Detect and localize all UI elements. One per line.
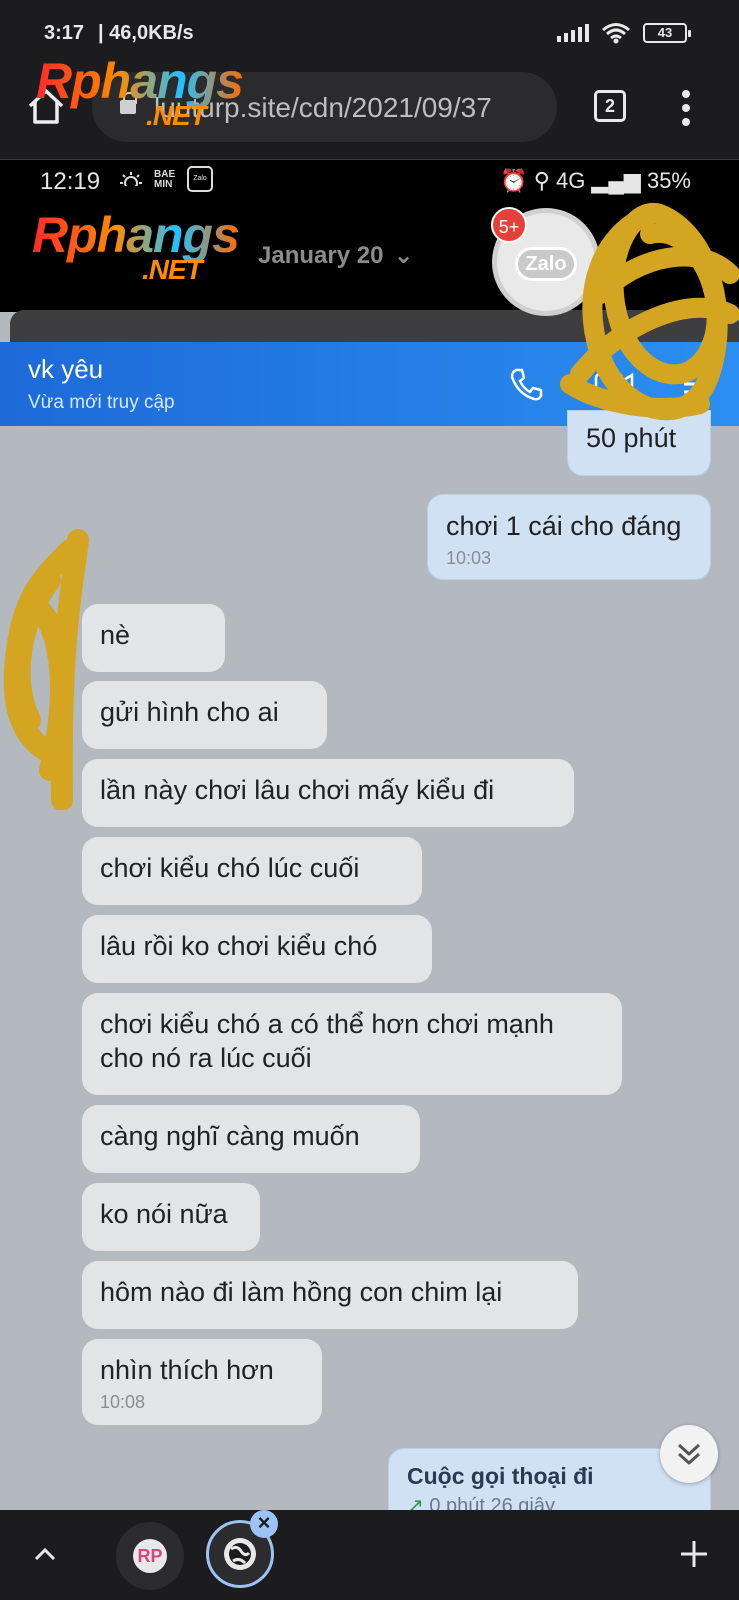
message-incoming[interactable]: ko nói nữa [82, 1183, 260, 1251]
message-incoming[interactable]: nè [82, 604, 225, 672]
message-incoming[interactable]: chơi kiểu chó a có thể hơn chơi mạnh cho… [82, 993, 622, 1095]
watermark-logo: Rphangs .NET [36, 53, 244, 131]
new-tab-plus-icon[interactable] [676, 1536, 712, 1572]
tab-switcher-button[interactable]: 2 [594, 90, 626, 122]
watermark-logo-inner: Rphangs .NET [32, 207, 240, 285]
message-outgoing[interactable]: chơi 1 cái cho đáng 10:03 [427, 494, 711, 580]
battery-indicator: 43 [643, 23, 691, 43]
outgoing-call-icon: ↗ [407, 1495, 424, 1510]
browser-bottom-bar: RP × [0, 1510, 739, 1600]
message-incoming[interactable]: nhìn thích hơn 10:08 [82, 1339, 322, 1425]
status-speed: | 46,0KB/s [98, 22, 194, 44]
status-time: 3:17 [44, 22, 85, 44]
unread-badge: 5+ [491, 207, 527, 243]
message-incoming[interactable]: gửi hình cho ai [82, 681, 327, 749]
calendar-month-label: January 20 ⌄ [258, 242, 414, 269]
weather-icon [118, 172, 144, 190]
scroll-to-bottom-button[interactable] [660, 1425, 718, 1483]
wifi-icon [602, 23, 630, 44]
zalo-notification-icon: Zalo [187, 166, 213, 192]
double-chevron-down-icon [677, 1443, 701, 1465]
rp-favicon: RP [133, 1539, 167, 1573]
censor-scribble-left [3, 529, 89, 810]
contact-status: Vừa mới truy cập [28, 392, 175, 413]
message-time: 10:03 [446, 548, 492, 568]
message-incoming[interactable]: càng nghĩ càng muốn [82, 1105, 420, 1173]
message-incoming[interactable]: lâu rồi ko chơi kiểu chó [82, 915, 432, 983]
message-time: 10:08 [100, 1392, 146, 1412]
overflow-menu-icon[interactable] [676, 88, 696, 128]
message-incoming[interactable]: hôm nào đi làm hồng con chim lại [82, 1261, 578, 1329]
close-tab-icon[interactable]: × [250, 1510, 278, 1538]
inner-status-time: 12:19 [40, 168, 101, 195]
contact-name[interactable]: vk yêu [28, 354, 103, 385]
bae-label: BAE MIN [154, 169, 176, 190]
signal-icon [557, 24, 589, 42]
chevron-up-icon[interactable] [30, 1540, 60, 1570]
message-incoming[interactable]: chơi kiểu chó lúc cuối [82, 837, 422, 905]
call-duration: ↗ 0 phút 26 giây [407, 1495, 692, 1510]
embedded-screenshot: 12:19 BAE MIN Zalo ⏰ ⚲ 4G ▂▄▆ 35% January… [0, 160, 739, 1510]
message-incoming[interactable]: lần này chơi lâu chơi mấy kiểu đi [82, 759, 574, 827]
censor-scribble-right [560, 203, 739, 421]
tab-group-item[interactable]: RP [116, 1522, 184, 1590]
